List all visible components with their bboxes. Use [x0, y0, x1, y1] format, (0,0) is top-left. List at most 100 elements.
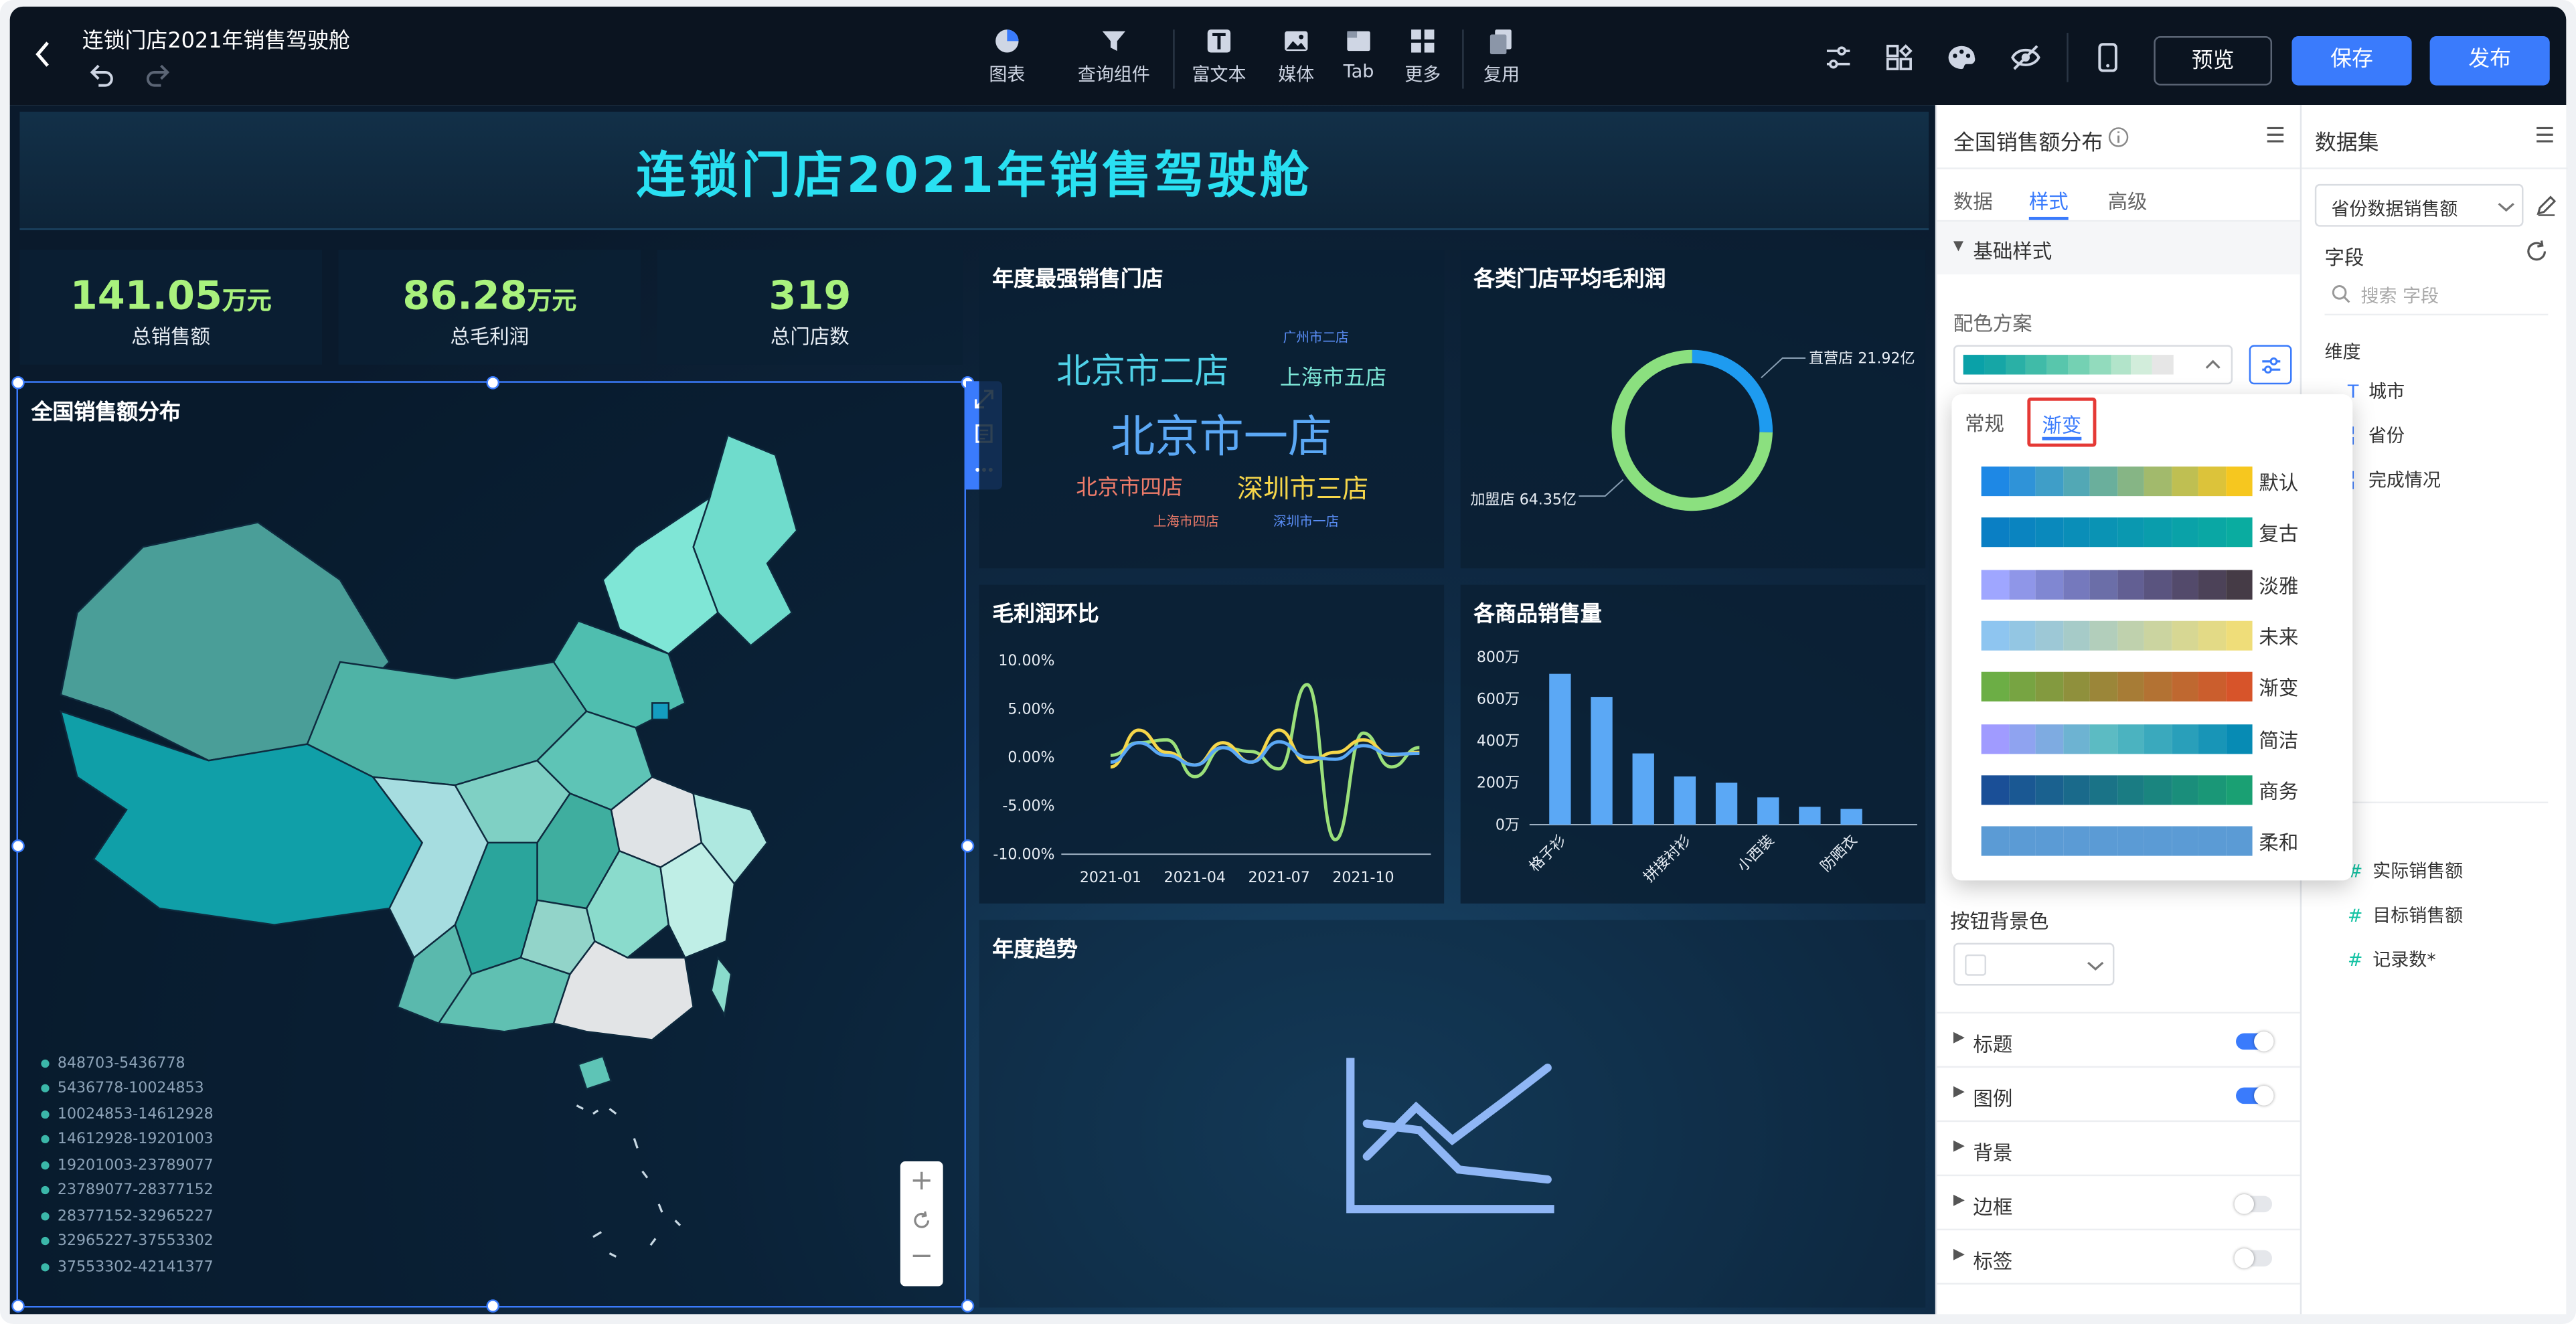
resize-handle[interactable] — [11, 839, 25, 853]
scheme-name[interactable]: 未来 — [2259, 623, 2298, 651]
trend-title: 年度趋势 — [992, 938, 1078, 963]
zoom-in-button[interactable]: + — [900, 1165, 943, 1197]
field-item[interactable]: T 城市 — [2348, 378, 2405, 404]
swatch — [2117, 724, 2144, 754]
china-map[interactable] — [44, 432, 800, 1105]
edit-icon[interactable] — [2535, 194, 2558, 217]
preview-button[interactable]: 预览 — [2154, 35, 2273, 86]
toolbar-media[interactable]: 媒体 — [1263, 26, 1329, 87]
section-border[interactable]: ▶ 边框 — [1937, 1174, 2302, 1229]
leader-line — [1761, 357, 1806, 379]
field-item[interactable]: ╎ 完成情况 — [2348, 467, 2441, 493]
scheme-name[interactable]: 淡雅 — [2259, 571, 2298, 599]
scheme-option[interactable] — [1981, 774, 2253, 805]
border-toggle[interactable] — [2234, 1194, 2273, 1214]
section-basic-style[interactable]: ▼ 基础样式 — [1937, 222, 2302, 274]
dataset-select[interactable]: 省份数据销售额 — [2314, 183, 2524, 227]
menu-icon[interactable] — [2535, 125, 2555, 145]
redo-icon[interactable] — [145, 62, 171, 88]
scheme-option[interactable] — [1981, 724, 2253, 754]
swatch — [2063, 826, 2090, 856]
section-background[interactable]: ▶ 背景 — [1937, 1120, 2302, 1175]
scheme-option[interactable] — [1981, 517, 2253, 548]
tab-advanced[interactable]: 高级 — [2108, 187, 2148, 216]
save-button[interactable]: 保存 — [2291, 35, 2412, 86]
bar — [1799, 807, 1821, 825]
section-label[interactable]: ▶ 标签 — [1937, 1228, 2302, 1283]
toolbar-chart[interactable]: 图表 — [974, 26, 1040, 87]
wordcloud-widget[interactable]: 年度最强销售门店 北京市二店 广州市二店 上海市五店 北京市一店 北京市四店 深… — [979, 250, 1445, 569]
x-tick-label: 防晒衣 — [1818, 832, 1861, 876]
line-widget[interactable]: 毛利润环比 10.00% 5.00% 0.00% -5.00% -10.00% 2021-… — [979, 584, 1445, 904]
section-legend[interactable]: ▶ 图例 — [1937, 1066, 2302, 1121]
layout-icon[interactable] — [1884, 43, 1914, 72]
scheme-name[interactable]: 复古 — [2259, 519, 2298, 548]
map-widget[interactable]: 全国销售额分布 848703-5436778 5436778-10024853 … — [11, 376, 975, 1313]
scheme-name[interactable]: 商务 — [2259, 776, 2298, 805]
swatch — [1981, 620, 2009, 651]
resize-handle[interactable] — [11, 376, 25, 390]
scheme-option[interactable] — [1981, 569, 2253, 599]
menu-icon[interactable] — [2265, 125, 2285, 145]
scheme-option[interactable] — [1981, 672, 2253, 702]
filter-icon — [1102, 31, 1126, 52]
dropdown-tab-gradient[interactable]: 渐变 — [2027, 397, 2097, 447]
settings-sliders-icon[interactable] — [1824, 43, 1853, 72]
toolbar-reuse[interactable]: 复用 — [1469, 26, 1534, 87]
grid-icon — [1411, 29, 1435, 53]
swatch — [1981, 826, 2009, 856]
toolbar-tab[interactable]: Tab — [1325, 26, 1391, 82]
button-bg-select[interactable] — [1953, 942, 2115, 986]
section-title[interactable]: ▶ 标题 — [1937, 1011, 2302, 1066]
toolbar-more[interactable]: 更多 — [1390, 26, 1455, 87]
kpi-store-count[interactable]: 319 总门店数 — [657, 250, 963, 365]
zoom-out-button[interactable]: − — [900, 1240, 943, 1273]
scheme-name[interactable]: 渐变 — [2259, 674, 2298, 702]
y-tick-label: -10.00% — [993, 846, 1054, 863]
field-search-input[interactable]: 搜索 字段 — [2324, 276, 2549, 316]
swatch — [2035, 826, 2063, 856]
resize-handle[interactable] — [961, 1299, 975, 1313]
legend-toggle[interactable] — [2236, 1086, 2274, 1106]
field-item[interactable]: # 目标销售额 — [2348, 902, 2463, 928]
bar-widget[interactable]: 各商品销售量 800万 600万 400万 200万 0万 格子衫 拼接衬衫 小西装 防晒衣 — [1460, 584, 1926, 904]
dropdown-tab-normal[interactable]: 常规 — [1965, 409, 2004, 437]
donut-widget[interactable]: 各类门店平均毛利润 直营店 21.92亿 加盟店 64.35亿 — [1460, 250, 1926, 569]
theme-palette-icon[interactable] — [1945, 43, 1978, 72]
hide-eye-icon[interactable] — [2009, 43, 2042, 72]
toolbar-richtext[interactable]: 富文本 — [1186, 26, 1252, 87]
toolbar-query[interactable]: 查询组件 — [1071, 26, 1157, 87]
scheme-name[interactable]: 简洁 — [2259, 725, 2298, 753]
scheme-option[interactable] — [1981, 826, 2253, 856]
reset-zoom-icon[interactable] — [912, 1211, 931, 1230]
swatch — [2063, 724, 2090, 754]
trend-widget[interactable]: 年度趋势 — [979, 920, 1926, 1308]
swatch — [2089, 774, 2117, 805]
scheme-name[interactable]: 柔和 — [2259, 828, 2298, 856]
field-item[interactable]: # 实际销售额 — [2348, 857, 2463, 884]
field-item[interactable]: ╎ 省份 — [2348, 422, 2405, 448]
mobile-icon[interactable] — [2096, 41, 2119, 74]
resize-handle[interactable] — [11, 1299, 25, 1313]
undo-icon[interactable] — [89, 62, 115, 88]
scheme-settings-button[interactable] — [2249, 345, 2292, 385]
tab-data[interactable]: 数据 — [1953, 187, 1993, 216]
label-toggle[interactable] — [2234, 1248, 2273, 1268]
resize-handle[interactable] — [486, 376, 500, 390]
kpi-total-profit[interactable]: 86.28万元 总毛利润 — [338, 250, 641, 365]
scheme-name[interactable]: 默认 — [2259, 468, 2298, 496]
resize-handle[interactable] — [486, 1299, 500, 1313]
resize-handle[interactable] — [961, 839, 975, 853]
publish-button[interactable]: 发布 — [2429, 35, 2550, 86]
swatch — [1984, 355, 2006, 375]
field-item[interactable]: # 记录数* — [2348, 946, 2436, 973]
scheme-option[interactable] — [1981, 466, 2253, 497]
kpi-total-sales[interactable]: 141.05万元 总销售额 — [19, 250, 323, 365]
title-toggle[interactable] — [2236, 1031, 2274, 1052]
tab-style[interactable]: 样式 — [2029, 187, 2069, 216]
color-scheme-select[interactable] — [1953, 345, 2233, 385]
refresh-icon[interactable] — [2525, 240, 2548, 262]
info-icon[interactable] — [2108, 127, 2129, 148]
scheme-option[interactable] — [1981, 620, 2253, 651]
back-icon[interactable] — [33, 39, 52, 69]
